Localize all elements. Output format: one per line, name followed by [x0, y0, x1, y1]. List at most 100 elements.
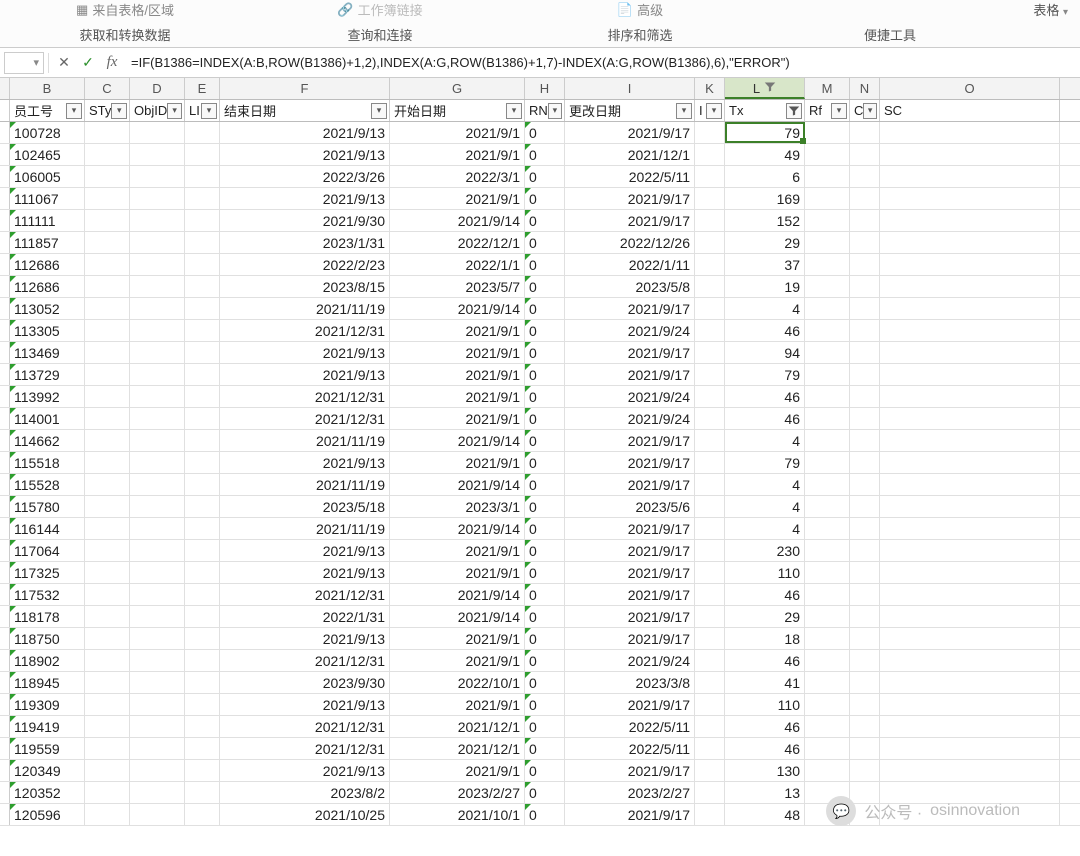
cell-C[interactable]	[85, 342, 130, 363]
row-header[interactable]	[0, 760, 10, 781]
cell-M[interactable]	[805, 298, 850, 319]
cell-L[interactable]: 110	[725, 562, 805, 583]
cell-C[interactable]	[85, 408, 130, 429]
cell-O[interactable]	[880, 188, 1060, 209]
cell-E[interactable]	[185, 452, 220, 473]
column-header-O[interactable]: O	[880, 78, 1060, 99]
cell-H[interactable]: 0	[525, 166, 565, 187]
cell-C[interactable]	[85, 672, 130, 693]
cell-F[interactable]: 2022/3/26	[220, 166, 390, 187]
cell-O[interactable]	[880, 298, 1060, 319]
row-header[interactable]	[0, 474, 10, 495]
cell-B[interactable]: 112686	[10, 276, 85, 297]
cell-I[interactable]: 2021/9/17	[565, 122, 695, 143]
cell-G[interactable]: 2021/9/1	[390, 122, 525, 143]
cell-C[interactable]	[85, 474, 130, 495]
cell-D[interactable]	[130, 716, 185, 737]
cell-E[interactable]	[185, 342, 220, 363]
cell-M[interactable]	[805, 474, 850, 495]
row-header[interactable]	[0, 562, 10, 583]
cell-L[interactable]: 46	[725, 408, 805, 429]
cell-L[interactable]: 4	[725, 298, 805, 319]
cell-G[interactable]: 2021/9/1	[390, 628, 525, 649]
cell-N[interactable]	[850, 584, 880, 605]
cell-G[interactable]: 2021/9/1	[390, 408, 525, 429]
cell-C[interactable]	[85, 386, 130, 407]
ribbon-item-table[interactable]: 表格 ▾	[1033, 0, 1068, 19]
cell-H[interactable]: 0	[525, 716, 565, 737]
cell-D[interactable]	[130, 144, 185, 165]
cell-B[interactable]: 113305	[10, 320, 85, 341]
cell-N[interactable]	[850, 254, 880, 275]
cell-F[interactable]: 2023/9/30	[220, 672, 390, 693]
cell-H[interactable]: 0	[525, 474, 565, 495]
cell-L[interactable]: 18	[725, 628, 805, 649]
cell-F[interactable]: 2021/9/13	[220, 188, 390, 209]
cell-O[interactable]	[880, 408, 1060, 429]
cell-C[interactable]	[85, 540, 130, 561]
cell-F[interactable]: 2021/11/19	[220, 298, 390, 319]
cell-O[interactable]	[880, 650, 1060, 671]
cell-M[interactable]	[805, 496, 850, 517]
cell-E[interactable]	[185, 804, 220, 825]
cell-K[interactable]	[695, 320, 725, 341]
cell-C[interactable]	[85, 122, 130, 143]
cell-M[interactable]	[805, 122, 850, 143]
cell-D[interactable]	[130, 628, 185, 649]
cell-I[interactable]: 2023/3/8	[565, 672, 695, 693]
cell-D[interactable]	[130, 298, 185, 319]
cell-D[interactable]	[130, 276, 185, 297]
cell-G[interactable]: 2021/9/14	[390, 584, 525, 605]
cell-C[interactable]	[85, 430, 130, 451]
cell-L[interactable]: 4	[725, 518, 805, 539]
row-header[interactable]	[0, 144, 10, 165]
cell-H[interactable]: 0	[525, 188, 565, 209]
cell-N[interactable]	[850, 716, 880, 737]
cell-G[interactable]: 2022/3/1	[390, 166, 525, 187]
filter-dropdown-button[interactable]: ▾	[831, 103, 847, 119]
cell-I[interactable]: 2021/9/17	[565, 342, 695, 363]
cell-B[interactable]: 111111	[10, 210, 85, 231]
cell-B[interactable]: 115528	[10, 474, 85, 495]
cell-M[interactable]	[805, 782, 850, 803]
cell-B[interactable]: 119419	[10, 716, 85, 737]
row-header[interactable]	[0, 694, 10, 715]
cell-K[interactable]	[695, 738, 725, 759]
cell-G[interactable]: 2021/9/1	[390, 694, 525, 715]
cell-B[interactable]: 112686	[10, 254, 85, 275]
cell-D[interactable]	[130, 584, 185, 605]
cell-F[interactable]: 2021/12/31	[220, 716, 390, 737]
cell-N[interactable]	[850, 188, 880, 209]
cell-E[interactable]	[185, 122, 220, 143]
cell-N[interactable]	[850, 210, 880, 231]
cell-M[interactable]	[805, 144, 850, 165]
cell-B[interactable]: 114001	[10, 408, 85, 429]
cell-B[interactable]: 113729	[10, 364, 85, 385]
cell-F[interactable]: 2021/9/13	[220, 760, 390, 781]
insert-function-button[interactable]: fx	[101, 52, 123, 74]
cell-E[interactable]	[185, 716, 220, 737]
cell-I[interactable]: 2021/9/17	[565, 584, 695, 605]
select-all[interactable]	[0, 78, 10, 99]
cell-B[interactable]: 100728	[10, 122, 85, 143]
cell-C[interactable]	[85, 738, 130, 759]
cell-L[interactable]: 19	[725, 276, 805, 297]
cell-I[interactable]: 2021/9/17	[565, 430, 695, 451]
cell-C[interactable]	[85, 628, 130, 649]
cell-F[interactable]: 2021/9/13	[220, 452, 390, 473]
cell-F[interactable]: 2021/11/19	[220, 430, 390, 451]
cell-G[interactable]: 2021/12/1	[390, 738, 525, 759]
cell-C[interactable]	[85, 804, 130, 825]
cell-G[interactable]: 2021/9/1	[390, 386, 525, 407]
filter-dropdown-button[interactable]: ▾	[167, 103, 182, 119]
cell-D[interactable]	[130, 474, 185, 495]
cell-N[interactable]	[850, 386, 880, 407]
cell-F[interactable]: 2021/10/25	[220, 804, 390, 825]
cell-L[interactable]: 49	[725, 144, 805, 165]
cell-I[interactable]: 2021/9/17	[565, 760, 695, 781]
row-header[interactable]	[0, 320, 10, 341]
cell-C[interactable]	[85, 188, 130, 209]
cell-I[interactable]: 2021/9/17	[565, 298, 695, 319]
cell-K[interactable]	[695, 276, 725, 297]
cell-G[interactable]: 2021/9/14	[390, 474, 525, 495]
